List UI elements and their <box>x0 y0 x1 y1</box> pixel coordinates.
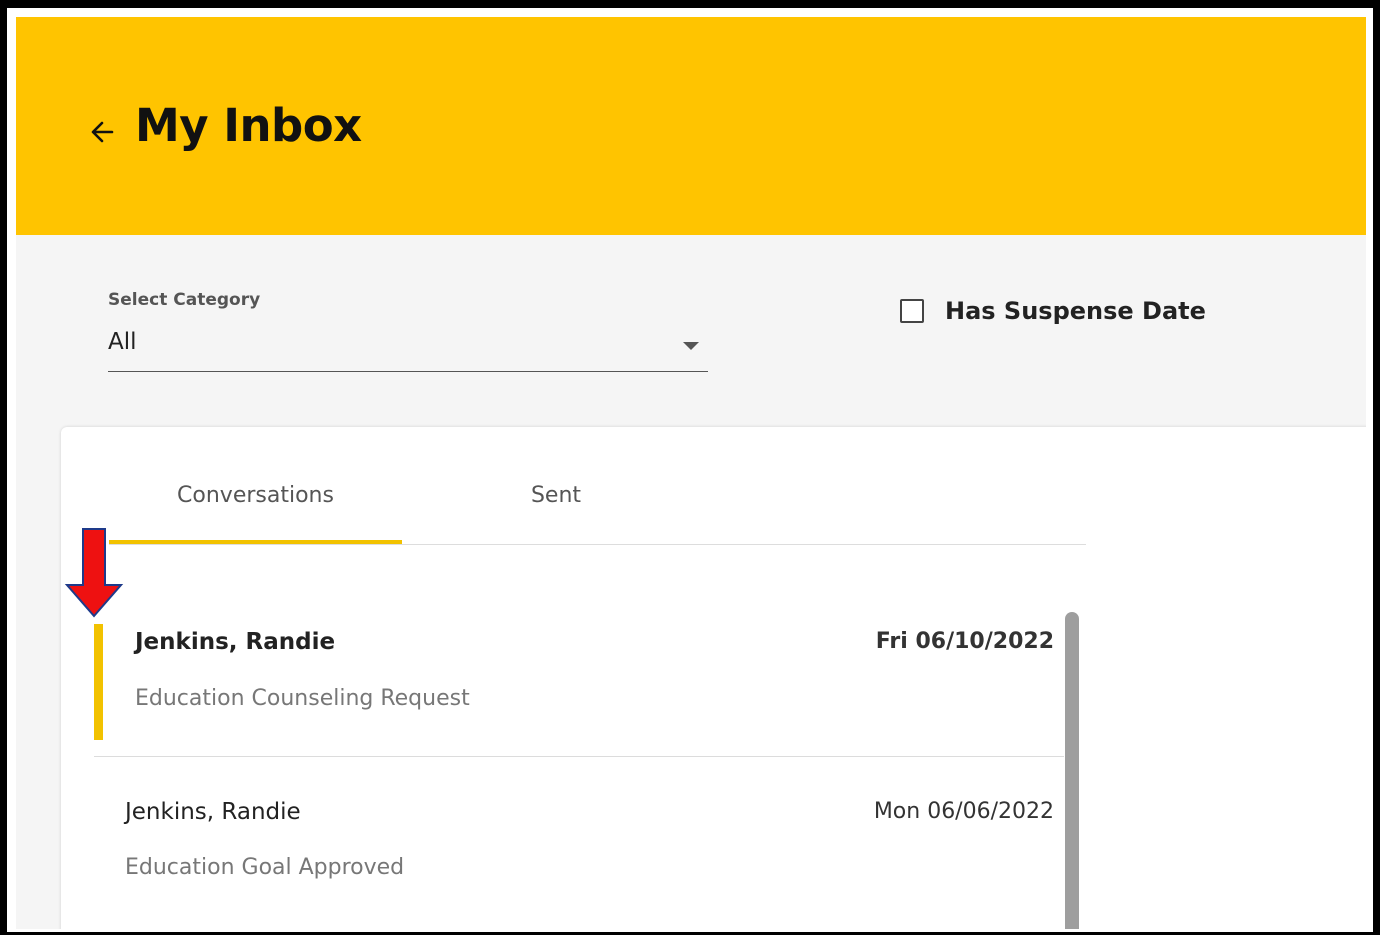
screenshot-frame: My Inbox Select Category All Has Suspens… <box>0 0 1380 935</box>
category-select-label: Select Category <box>108 290 261 310</box>
page-title: My Inbox <box>135 99 362 152</box>
messages-card: Conversations Sent Jenkins, Randie Fri 0… <box>61 427 1366 929</box>
page-header: My Inbox <box>16 17 1366 235</box>
message-date: Mon 06/06/2022 <box>873 799 1054 824</box>
tab-sent-label: Sent <box>530 483 582 508</box>
message-sender: Jenkins, Randie <box>125 799 301 825</box>
message-subject: Education Counseling Request <box>135 686 470 711</box>
message-item[interactable]: Jenkins, Randie Mon 06/06/2022 Education… <box>94 757 1064 929</box>
suspense-date-filter[interactable]: Has Suspense Date <box>900 291 1206 331</box>
message-sender: Jenkins, Randie <box>135 629 336 655</box>
category-select[interactable]: All <box>108 315 708 372</box>
suspense-date-checkbox[interactable] <box>900 299 924 323</box>
suspense-date-label: Has Suspense Date <box>945 297 1206 325</box>
tab-conversations-label: Conversations <box>177 483 334 508</box>
category-select-value: All <box>108 329 137 355</box>
tab-conversations[interactable]: Conversations <box>109 427 402 544</box>
red-arrow-down-icon <box>64 528 124 618</box>
message-item[interactable]: Jenkins, Randie Fri 06/10/2022 Education… <box>94 589 1064 757</box>
message-list-scrollbar[interactable] <box>1065 612 1079 929</box>
filter-bar: Select Category All Has Suspense Date <box>16 235 1366 435</box>
inbox-app: My Inbox Select Category All Has Suspens… <box>16 17 1366 929</box>
message-subject: Education Goal Approved <box>125 855 405 880</box>
message-list: Jenkins, Randie Fri 06/10/2022 Education… <box>94 589 1064 929</box>
active-tab-indicator <box>109 540 402 544</box>
arrow-left-icon[interactable] <box>84 112 124 152</box>
tab-sent[interactable]: Sent <box>402 427 710 543</box>
message-tabs: Conversations Sent <box>109 427 1086 545</box>
message-date: Fri 06/10/2022 <box>875 629 1054 654</box>
caret-down-icon <box>683 342 699 350</box>
selected-indicator <box>94 624 103 740</box>
frame-inner: My Inbox Select Category All Has Suspens… <box>7 8 1373 932</box>
